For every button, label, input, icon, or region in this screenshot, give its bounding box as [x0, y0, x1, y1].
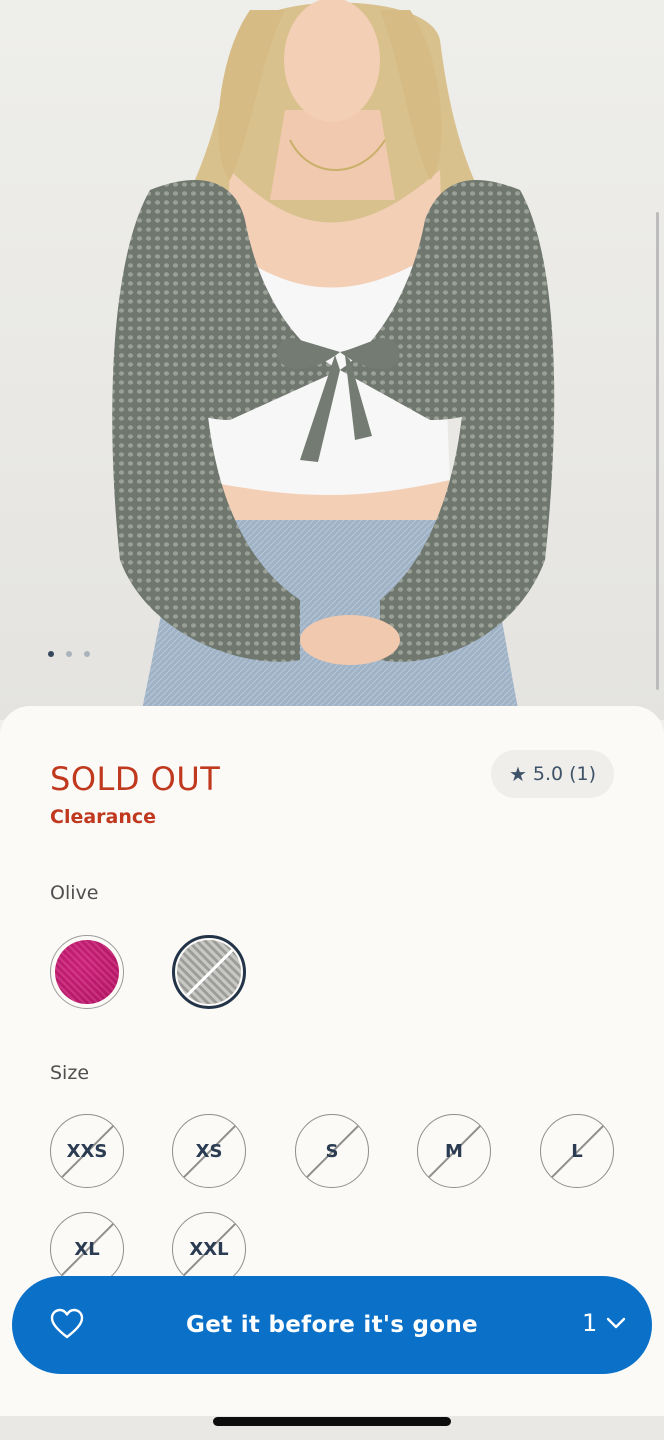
quantity-selector[interactable]: 1 — [582, 1309, 597, 1337]
carousel-dot[interactable] — [48, 651, 54, 657]
product-photo — [112, 0, 555, 720]
size-option-m[interactable]: M — [417, 1114, 491, 1188]
scroll-indicator — [656, 212, 659, 690]
add-to-bag-button[interactable]: Get it before it's gone 1 — [12, 1276, 652, 1374]
rating-badge[interactable]: ★ 5.0 (1) — [491, 750, 614, 798]
size-option-xxs[interactable]: XXS — [50, 1114, 124, 1188]
chevron-down-icon[interactable] — [606, 1316, 626, 1330]
swatch-olive-selected[interactable] — [172, 935, 246, 1009]
size-option-xxl[interactable]: XXL — [172, 1212, 246, 1286]
color-label: Olive — [50, 882, 99, 904]
size-option-l[interactable]: L — [540, 1114, 614, 1188]
size-label: Size — [50, 1062, 90, 1084]
carousel-pagination[interactable] — [48, 651, 90, 657]
carousel-dot[interactable] — [66, 651, 72, 657]
promo-label: Clearance — [50, 806, 157, 828]
size-option-s[interactable]: S — [295, 1114, 369, 1188]
size-option-xs[interactable]: XS — [172, 1114, 246, 1188]
rating-score: 5.0 — [532, 763, 564, 785]
cta-label: Get it before it's gone — [186, 1312, 478, 1338]
swatch-pink[interactable] — [50, 935, 124, 1009]
product-image-carousel[interactable] — [0, 0, 664, 720]
star-icon: ★ — [508, 762, 527, 786]
home-indicator[interactable] — [213, 1417, 451, 1426]
rating-count: (1) — [569, 763, 597, 785]
carousel-dot[interactable] — [84, 651, 90, 657]
availability-status: SOLD OUT — [50, 760, 221, 798]
size-option-xl[interactable]: XL — [50, 1212, 124, 1286]
